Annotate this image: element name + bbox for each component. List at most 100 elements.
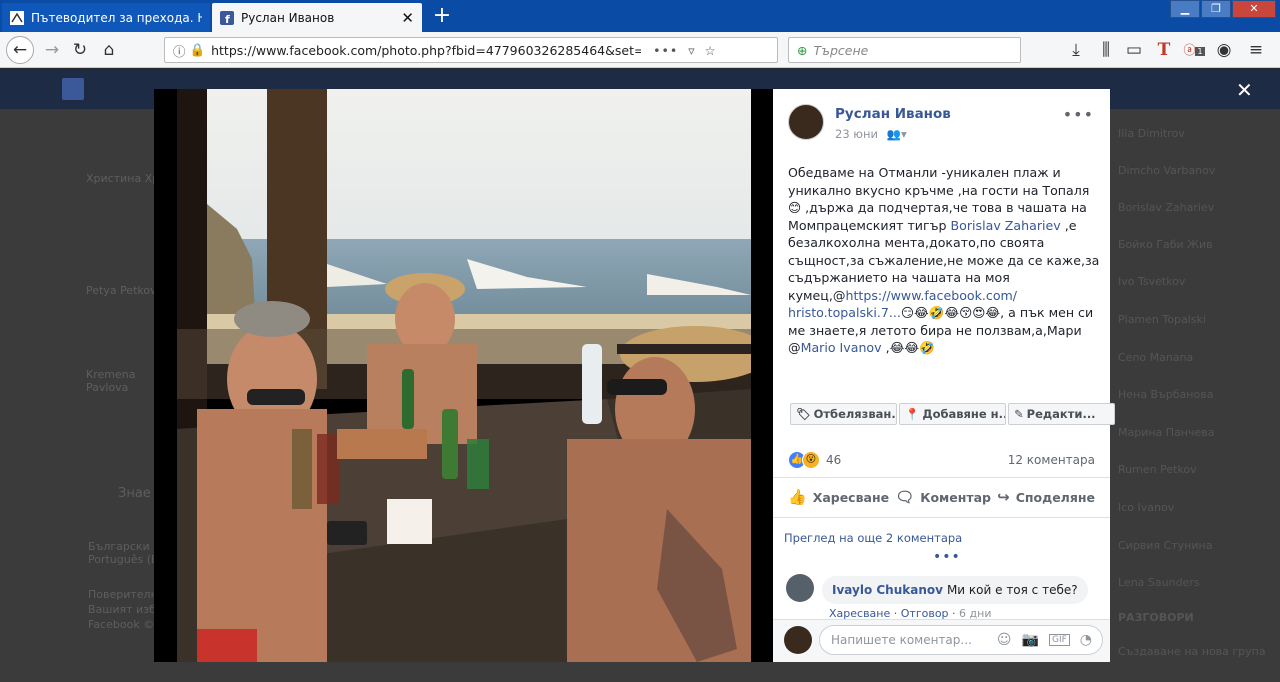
bg-chat-contact: Lena Saunders — [1118, 576, 1200, 589]
reload-button[interactable]: ↻ — [68, 38, 92, 62]
library-icon[interactable]: ⫼ — [1094, 38, 1118, 62]
comment-label: Коментар — [920, 489, 991, 505]
close-photo-viewer-icon[interactable]: ✕ — [1236, 78, 1253, 102]
bookmark-star-icon[interactable]: ☆ — [705, 43, 716, 58]
comment-count[interactable]: 12 коментара — [1008, 453, 1095, 467]
bg-chat-contact: Ilia Dimitrov — [1118, 127, 1185, 140]
thumbs-up-icon: 👍 — [788, 488, 807, 506]
comment-button[interactable]: 🗨 Коментар — [895, 488, 991, 506]
view-more-comments-link[interactable]: Преглед на още 2 коментара — [784, 531, 962, 545]
bg-chat-contact: Ico Ivanov — [1118, 501, 1175, 514]
commenter-name[interactable]: Ivaylo Chukanov — [832, 583, 943, 597]
post-photo[interactable] — [177, 89, 751, 662]
url-bar[interactable]: ⓘ 🔒 https://www.facebook.com/photo.php?f… — [164, 37, 778, 63]
edit-button[interactable]: ✎ Редакти... — [1008, 403, 1115, 425]
bg-chat-contact: Dimcho Varbanov — [1118, 164, 1216, 177]
bg-friend-name: Kremena Pavlova — [86, 368, 136, 394]
friends-audience-icon[interactable]: 👥▾ — [887, 127, 907, 141]
divider — [773, 517, 1110, 518]
mention-link[interactable]: Mario Ivanov — [801, 340, 882, 355]
downloads-icon[interactable]: ⤓ — [1064, 38, 1088, 62]
facebook-favicon-icon: f — [220, 10, 234, 25]
current-user-avatar — [784, 626, 812, 654]
bg-chat-contact: Сирвия Стунина — [1118, 539, 1213, 552]
bg-chat-new-group: Създаване на нова група — [1118, 645, 1266, 658]
addon-t-icon[interactable]: T — [1152, 38, 1176, 62]
menu-icon[interactable]: ≡ — [1244, 38, 1268, 62]
wow-reaction-icon: 😮 — [802, 451, 820, 469]
bg-language: Български — [88, 540, 150, 553]
pencil-icon: ✎ — [1014, 407, 1024, 421]
minimize-button[interactable]: ▁ — [1170, 0, 1200, 18]
beach-restaurant-photo — [177, 89, 751, 662]
location-pin-icon: 📍 — [905, 407, 920, 421]
account-icon[interactable]: ◉ — [1212, 38, 1236, 62]
add-location-label: Добавяне н... — [922, 407, 1006, 421]
bg-chat-contact: Borislav Zahariev — [1118, 201, 1215, 214]
url-text: https://www.facebook.com/photo.php?fbid=… — [211, 42, 642, 58]
like-button[interactable]: 👍 Харесване — [788, 488, 889, 506]
post-date-text[interactable]: 23 юни — [835, 127, 878, 141]
navigation-bar: ← → ↻ ⌂ ⓘ 🔒 https://www.facebook.com/pho… — [0, 32, 1280, 68]
mention-link[interactable]: Borislav Zahariev — [951, 218, 1061, 233]
close-tab-icon[interactable]: ✕ — [401, 9, 414, 27]
photo-tag-buttons: 🏷 Отбелязван... 📍 Добавяне н... ✎ Редакти..… — [790, 403, 1115, 425]
sidebar-icon[interactable]: ▭ — [1122, 38, 1146, 62]
post-options-icon[interactable]: ••• — [1063, 105, 1094, 124]
search-icon: ⊕ — [797, 42, 808, 58]
reaction-icons[interactable]: 👍 😮 — [788, 451, 820, 469]
pocket-icon[interactable]: ▿ — [688, 43, 694, 58]
forward-button[interactable]: → — [40, 38, 64, 62]
post-text: Обедваме на Отманли -уникален плаж и уни… — [788, 164, 1100, 357]
bg-chat-contact: Марина Панчева — [1118, 426, 1215, 439]
bg-chat-contact: Нена Върбанова — [1118, 388, 1214, 401]
bg-chat-contact: Plamen Topalski — [1118, 313, 1206, 326]
tab-title: Руслан Иванов — [241, 10, 335, 25]
comment-input-tools: ☺ 📷 GIF ◔ — [987, 626, 1092, 654]
bg-chat-contact: Ceno Manana — [1118, 351, 1194, 364]
site-favicon-icon — [10, 10, 24, 25]
search-placeholder: Търсене — [813, 42, 869, 58]
maximize-button[interactable]: ❐ — [1201, 0, 1231, 18]
post-author-name[interactable]: Руслан Иванов — [835, 106, 951, 122]
bg-section-title: Знае — [118, 486, 151, 501]
search-input[interactable]: ⊕ Търсене — [788, 37, 1021, 63]
bg-chat-contact: Ivo Tsvetkov — [1118, 275, 1186, 288]
facebook-logo-icon — [62, 78, 84, 100]
bg-footer-link: Facebook © — [88, 618, 155, 631]
avatar[interactable] — [788, 104, 824, 140]
bg-chat-contact: Бойко Габи Жив — [1118, 238, 1213, 251]
sticker-icon[interactable]: ◔ — [1080, 632, 1092, 648]
post-date: 23 юни 👥▾ — [835, 127, 907, 141]
edit-label: Редакти... — [1026, 407, 1096, 421]
add-location-button[interactable]: 📍 Добавяне н... — [899, 403, 1006, 425]
back-button[interactable]: ← — [6, 36, 34, 64]
bg-chat-contact: Rumen Petkov — [1118, 463, 1197, 476]
home-button[interactable]: ⌂ — [97, 38, 121, 62]
bg-language: Português (B — [88, 553, 159, 566]
post-side-panel: Руслан Иванов 23 юни 👥▾ ••• Обедваме на … — [773, 89, 1115, 662]
tab-1[interactable]: Пътеводител за прехода. На с — [2, 3, 210, 32]
share-label: Споделяне — [1015, 489, 1095, 505]
close-window-button[interactable]: ✕ — [1232, 0, 1276, 18]
adblock-icon[interactable]: ⓐ 1 — [1182, 38, 1206, 62]
bg-friend-name: Petya Petkova — [86, 284, 164, 297]
commenter-avatar[interactable] — [786, 574, 814, 602]
post-actions: 👍 Харесване 🗨 Коментар ↪ Споделяне — [788, 485, 1095, 509]
tab-2-active[interactable]: f Руслан Иванов ✕ — [212, 3, 422, 32]
comment-text: Ми кой е тоя с тебе? — [946, 583, 1078, 597]
tag-photo-button[interactable]: 🏷 Отбелязван... — [790, 403, 897, 425]
tag-photo-label: Отбелязван... — [813, 407, 897, 421]
share-button[interactable]: ↪ Споделяне — [997, 488, 1095, 506]
camera-icon[interactable]: 📷 — [1022, 632, 1039, 648]
gif-icon[interactable]: GIF — [1048, 634, 1070, 646]
bg-chat-section: РАЗГОВОРИ — [1118, 611, 1194, 624]
share-arrow-icon: ↪ — [997, 488, 1010, 506]
page-actions-icon[interactable]: ••• — [653, 43, 678, 58]
new-tab-button[interactable]: + — [428, 3, 456, 31]
emoji-icon[interactable]: ☺ — [997, 632, 1012, 648]
more-dots-icon[interactable]: ••• — [933, 549, 961, 565]
reaction-count[interactable]: 46 — [826, 453, 841, 467]
comment-input[interactable]: Напишете коментар... ☺ 📷 GIF ◔ — [819, 625, 1103, 655]
info-icon[interactable]: ⓘ — [173, 41, 186, 60]
